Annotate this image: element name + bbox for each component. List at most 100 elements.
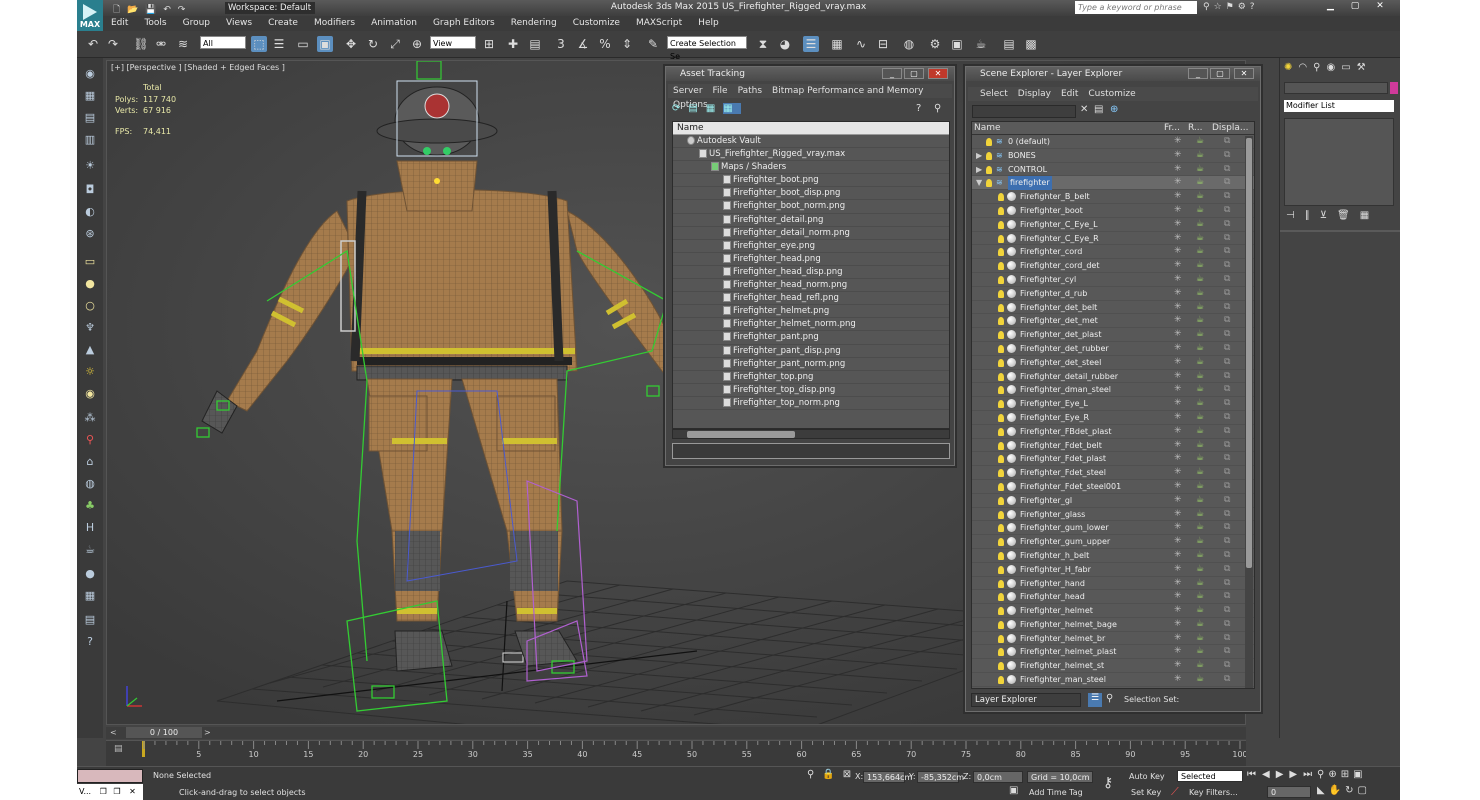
object-row[interactable]: Firefighter_hand ✳ ☕ ⧉	[972, 577, 1254, 591]
object-row[interactable]: Firefighter_helmet_bage ✳ ☕ ⧉	[972, 618, 1254, 632]
se-menu-customize[interactable]: Customize	[1083, 87, 1140, 101]
render-icon[interactable]: ☕	[1196, 563, 1204, 577]
track-bar[interactable]: ▤ 5 10 15 20 25 30 35 40 45 50 55 60 65 70 75 80 85 90 95 1…	[106, 740, 1246, 766]
bulb-icon[interactable]	[998, 234, 1004, 243]
zoom-extents-icon[interactable]: ⊞	[1341, 769, 1353, 780]
object-row[interactable]: Firefighter_gum_upper ✳ ☕ ⧉	[972, 535, 1254, 549]
object-row[interactable]: Firefighter_Fdet_plast ✳ ☕ ⧉	[972, 452, 1254, 467]
display-icon[interactable]: ⧉	[1224, 577, 1230, 591]
maximize-icon[interactable]: ▢	[904, 68, 924, 79]
bulb-icon[interactable]	[998, 455, 1004, 464]
add-time-tag[interactable]: Add Time Tag	[1029, 787, 1083, 799]
display-icon[interactable]: ⧉	[1224, 673, 1230, 687]
mini-curve-icon[interactable]: ▤	[114, 744, 123, 754]
render-icon[interactable]: ☕	[1196, 535, 1204, 549]
object-row[interactable]: Firefighter_head ✳ ☕ ⧉	[972, 590, 1254, 605]
object-row[interactable]: Firefighter_gl ✳ ☕ ⧉	[972, 494, 1254, 508]
display-icon[interactable]: ⧉	[1224, 163, 1230, 177]
remove-modifier-icon[interactable]: 🗑	[1337, 210, 1360, 221]
modifier-list-dropdown[interactable]: Modifier List	[1284, 100, 1394, 112]
z-coordinate[interactable]: 0,0cm	[973, 771, 1023, 783]
bulb-icon[interactable]	[998, 331, 1004, 340]
prev-frame-icon[interactable]: <	[110, 728, 117, 737]
asset-row[interactable]: Firefighter_head_disp.png	[673, 266, 949, 280]
bone-icon[interactable]: ⚲	[82, 432, 98, 448]
layer-manager-icon[interactable]: ▦	[829, 36, 845, 52]
rendered-frame-icon[interactable]: ▣	[949, 36, 965, 52]
freeze-icon[interactable]: ✳	[1174, 590, 1182, 604]
display-icon[interactable]: ⧉	[1224, 425, 1230, 439]
freeze-icon[interactable]: ✳	[1174, 645, 1182, 659]
schematic-view-icon[interactable]: ⊟	[875, 36, 891, 52]
display-icon[interactable]: ⧉	[1224, 508, 1230, 522]
layer-row[interactable]: ▶ ≋ CONTROL ✳ ☕ ⧉	[972, 163, 1254, 177]
object-row[interactable]: Firefighter_cyl ✳ ☕ ⧉	[972, 273, 1254, 287]
curve-editor-icon[interactable]: ∿	[853, 36, 869, 52]
unlink-icon[interactable]: ⚮	[153, 36, 169, 52]
display-icon[interactable]: ⧉	[1224, 218, 1230, 232]
angle-snap-icon[interactable]: ∡	[575, 36, 591, 52]
mirror-icon[interactable]: ⧗	[755, 36, 771, 52]
pivot-center-icon[interactable]: ⊞	[481, 36, 497, 52]
display-icon[interactable]: ⧉	[1224, 590, 1230, 604]
ribbon-toggle-icon[interactable]: ▤	[1001, 36, 1017, 52]
max-logo[interactable]: MAX	[77, 0, 103, 32]
freeze-icon[interactable]: ✳	[1174, 452, 1182, 466]
freeze-icon[interactable]: ✳	[1174, 425, 1182, 439]
freeze-icon[interactable]: ✳	[1174, 176, 1182, 190]
bulb-icon[interactable]	[998, 524, 1004, 533]
bulb-icon[interactable]	[998, 344, 1004, 353]
freeze-icon[interactable]: ✳	[1174, 673, 1182, 687]
render-icon[interactable]: ☕	[1196, 590, 1204, 604]
teapot-icon[interactable]: ☕	[82, 542, 98, 558]
bulb-icon[interactable]	[998, 427, 1004, 436]
se-col-render[interactable]: R...	[1188, 122, 1203, 135]
object-row[interactable]: Firefighter_det_belt ✳ ☕ ⧉	[972, 301, 1254, 315]
box-icon[interactable]: ▭	[82, 254, 98, 270]
material-editor-icon[interactable]: ◍	[901, 36, 917, 52]
goto-end-icon[interactable]: ⏭	[1303, 769, 1318, 780]
object-row[interactable]: Firefighter_gum_lower ✳ ☕ ⧉	[972, 521, 1254, 536]
render-icon[interactable]: ☕	[1196, 232, 1204, 246]
motion-tab-icon[interactable]: ◉	[1326, 62, 1341, 73]
bulb-icon[interactable]	[986, 165, 992, 174]
hierarchy-tab-icon[interactable]: ⚲	[1313, 62, 1326, 73]
minimize-icon[interactable]: _	[882, 68, 902, 79]
se-col-name[interactable]: Name	[974, 122, 1001, 135]
display-icon[interactable]: ⧉	[1224, 563, 1230, 577]
render-icon[interactable]: ☕	[1196, 273, 1204, 287]
menu-animation[interactable]: Animation	[363, 16, 425, 31]
menu-views[interactable]: Views	[218, 16, 260, 31]
helper-icon[interactable]: ◐	[82, 204, 98, 220]
bulb-icon[interactable]	[998, 289, 1004, 298]
bulb-icon[interactable]	[998, 386, 1004, 395]
render-icon[interactable]: ☕	[1196, 301, 1204, 315]
utilities-tab-icon[interactable]: ⚒	[1357, 62, 1372, 73]
display-icon[interactable]: ⧉	[1224, 301, 1230, 315]
light-icon[interactable]: ☀	[82, 158, 98, 174]
expand-icon[interactable]: ▼	[976, 176, 982, 190]
key-mode-select[interactable]: Selected	[1177, 770, 1243, 782]
bind-spacewarp-icon[interactable]: ≋	[175, 36, 191, 52]
asset-row[interactable]: Firefighter_pant_norm.png	[673, 358, 949, 371]
render-icon[interactable]: ☕	[1196, 287, 1204, 301]
bulb-icon[interactable]	[998, 193, 1004, 202]
freeze-icon[interactable]: ✳	[1174, 411, 1182, 425]
key-icon[interactable]: ⚷	[1103, 775, 1113, 791]
minimize-icon[interactable]: ▁	[1327, 1, 1334, 11]
bulb-icon[interactable]	[998, 607, 1004, 616]
asset-row[interactable]: Firefighter_detail_norm.png	[673, 227, 949, 240]
se-search-field[interactable]	[972, 105, 1076, 118]
pin-stack-icon[interactable]: ⊣	[1286, 210, 1305, 221]
object-row[interactable]: Firefighter_C_Eye_R ✳ ☕ ⧉	[972, 232, 1254, 246]
at-menu-bitmap[interactable]: Bitmap Performance and Memory	[767, 84, 928, 98]
particle-icon[interactable]: ⁂	[82, 410, 98, 426]
bulb-icon[interactable]	[998, 358, 1004, 367]
menu-create[interactable]: Create	[260, 16, 306, 31]
bulb-icon[interactable]	[998, 275, 1004, 284]
hierarchy-icon[interactable]: ⚲	[1106, 693, 1113, 704]
freeze-icon[interactable]: ✳	[1174, 356, 1182, 370]
y-coordinate[interactable]: -85,352cm	[917, 771, 964, 783]
freeze-icon[interactable]: ✳	[1174, 577, 1182, 591]
display-icon[interactable]: ⧉	[1224, 273, 1230, 287]
